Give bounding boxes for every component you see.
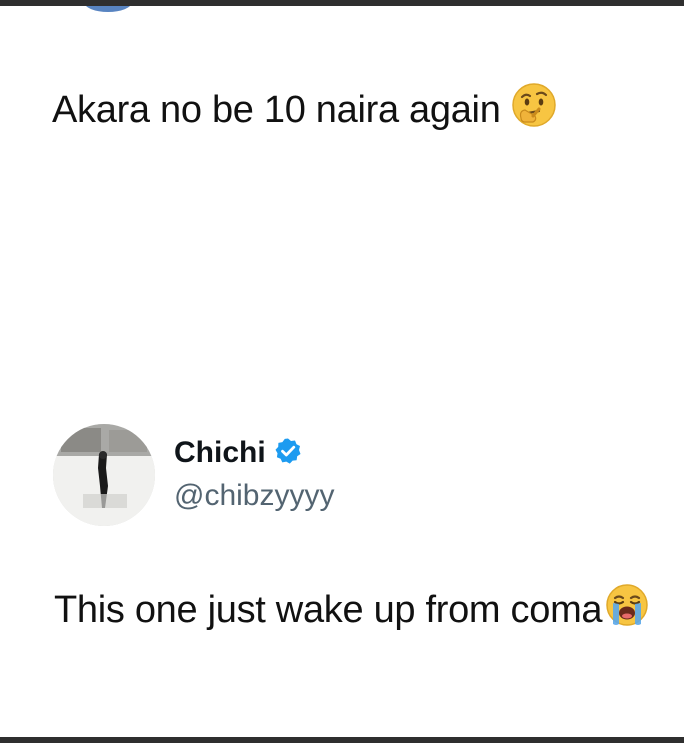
bottom-border: [0, 737, 684, 743]
user-name-row: Chichi: [174, 436, 302, 470]
verified-badge-icon: [274, 437, 302, 470]
tweet-screenshot-card: Akara no be 10 naira again Chichi @chibz…: [0, 6, 684, 737]
quoted-tweet-text: Akara no be 10 naira again: [52, 88, 501, 131]
reply-text: This one just wake up from coma: [54, 588, 603, 631]
avatar[interactable]: [53, 424, 155, 526]
display-name[interactable]: Chichi: [174, 436, 266, 470]
quoted-tweet-text-row: Akara no be 10 naira again: [52, 80, 559, 140]
reply-text-row: This one just wake up from coma: [54, 582, 650, 638]
previous-avatar-edge: [84, 6, 132, 12]
user-handle[interactable]: @chibzyyyy: [174, 479, 335, 513]
thinking-face-icon: [509, 80, 559, 140]
loudly-crying-face-icon: [604, 582, 650, 638]
